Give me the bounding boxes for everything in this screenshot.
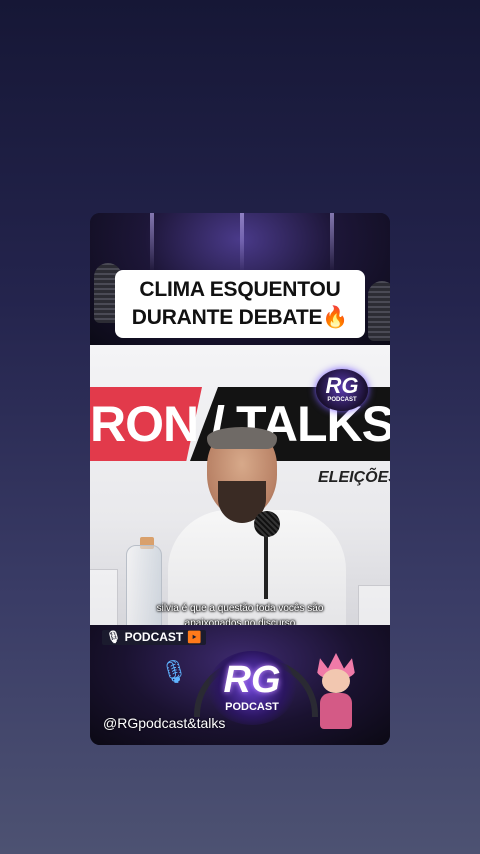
logo-small-text: RG [325,373,359,398]
logo-small-sub: PODCAST [327,397,357,403]
fire-icon: 🔥 [322,306,349,329]
rg-podcast-logo: RG PODCAST [208,651,296,725]
video-card[interactable]: CLIMA ESQUENTOU DURANTE DEBATE🔥 RON / TA… [90,213,390,745]
channel-watermark: @RGpodcast&talks [103,715,226,731]
microphone [254,511,280,537]
play-icon: ▶ [186,630,202,644]
mic-stand [264,529,268,599]
logo-main-sub: PODCAST [225,701,279,713]
stage-light [330,213,334,273]
video-frame: RON / TALKS ELEIÇÕES RG PODCAST silvia é… [90,345,390,635]
headline-box: CLIMA ESQUENTOU DURANTE DEBATE🔥 [115,270,365,338]
stage-light [150,213,154,273]
mascot-body [320,693,352,729]
speaker-hair [207,427,277,449]
podcast-tag-label: PODCAST [124,630,184,644]
logo-main-text: RG [223,659,281,701]
banner-subtitle: ELEIÇÕES [318,469,390,486]
headline-line-1: CLIMA ESQUENTOU [139,278,341,301]
studio-microphone [368,281,390,341]
mascot-character [314,653,358,731]
stage-light [240,213,244,273]
subtitle-line-1: silvia é que a questão toda vocês são [156,603,324,614]
podcast-tag: 🎙 PODCAST ▶ [102,630,206,645]
rg-podcast-logo-small: RG PODCAST [316,369,368,411]
microphone-icon: 🎙 [160,659,188,684]
microphone-icon: 🎙 [106,630,122,644]
mascot-face [322,669,350,693]
headline-line-2: DURANTE DEBATE🔥 [131,306,349,329]
banner-left-text: RON [90,396,199,452]
